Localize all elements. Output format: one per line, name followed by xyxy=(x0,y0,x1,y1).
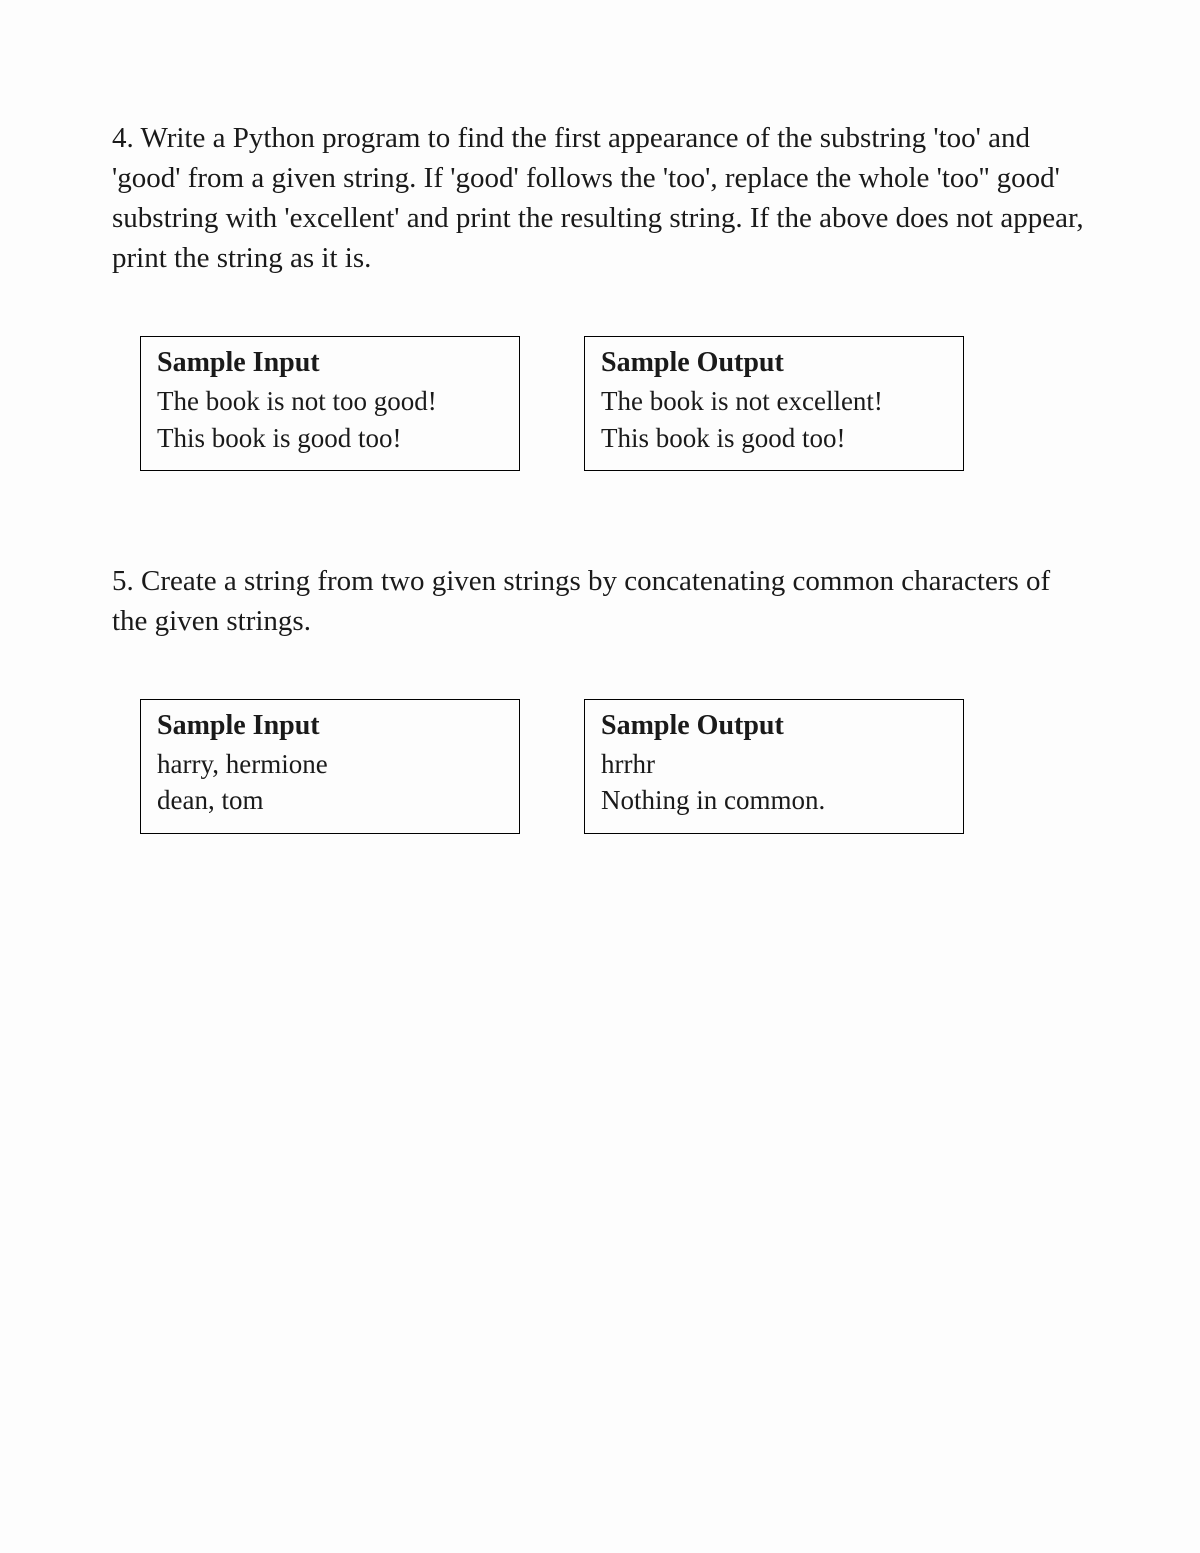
sample-output-line-1: The book is not excellent! xyxy=(601,383,947,419)
sample-output-line-2: Nothing in common. xyxy=(601,782,947,818)
question-5-sample-input-box: Sample Input harry, hermione dean, tom xyxy=(140,699,520,834)
question-4-sample-input-box: Sample Input The book is not too good! T… xyxy=(140,336,520,471)
question-5-number: 5. xyxy=(112,565,134,597)
sample-output-heading: Sample Output xyxy=(601,710,947,742)
question-4-sample-output-box: Sample Output The book is not excellent!… xyxy=(584,336,964,471)
sample-input-line-1: harry, hermione xyxy=(157,746,503,782)
question-4-number: 4. xyxy=(112,122,134,154)
question-5-io-row: Sample Input harry, hermione dean, tom S… xyxy=(112,699,1088,834)
question-5-sample-output-box: Sample Output hrrhr Nothing in common. xyxy=(584,699,964,834)
sample-input-line-2: dean, tom xyxy=(157,782,503,818)
sample-output-line-1: hrrhr xyxy=(601,746,947,782)
sample-output-line-2: This book is good too! xyxy=(601,420,947,456)
sample-input-heading: Sample Input xyxy=(157,347,503,379)
sample-output-heading: Sample Output xyxy=(601,347,947,379)
question-4-body: Write a Python program to find the first… xyxy=(112,122,1084,274)
sample-input-line-1: The book is not too good! xyxy=(157,383,503,419)
question-5-text: 5. Create a string from two given string… xyxy=(112,561,1088,641)
question-5-body: Create a string from two given strings b… xyxy=(112,565,1050,637)
document-page: 4. Write a Python program to find the fi… xyxy=(0,0,1200,1553)
question-4-text: 4. Write a Python program to find the fi… xyxy=(112,118,1088,278)
sample-input-heading: Sample Input xyxy=(157,710,503,742)
question-4-io-row: Sample Input The book is not too good! T… xyxy=(112,336,1088,471)
sample-input-line-2: This book is good too! xyxy=(157,420,503,456)
